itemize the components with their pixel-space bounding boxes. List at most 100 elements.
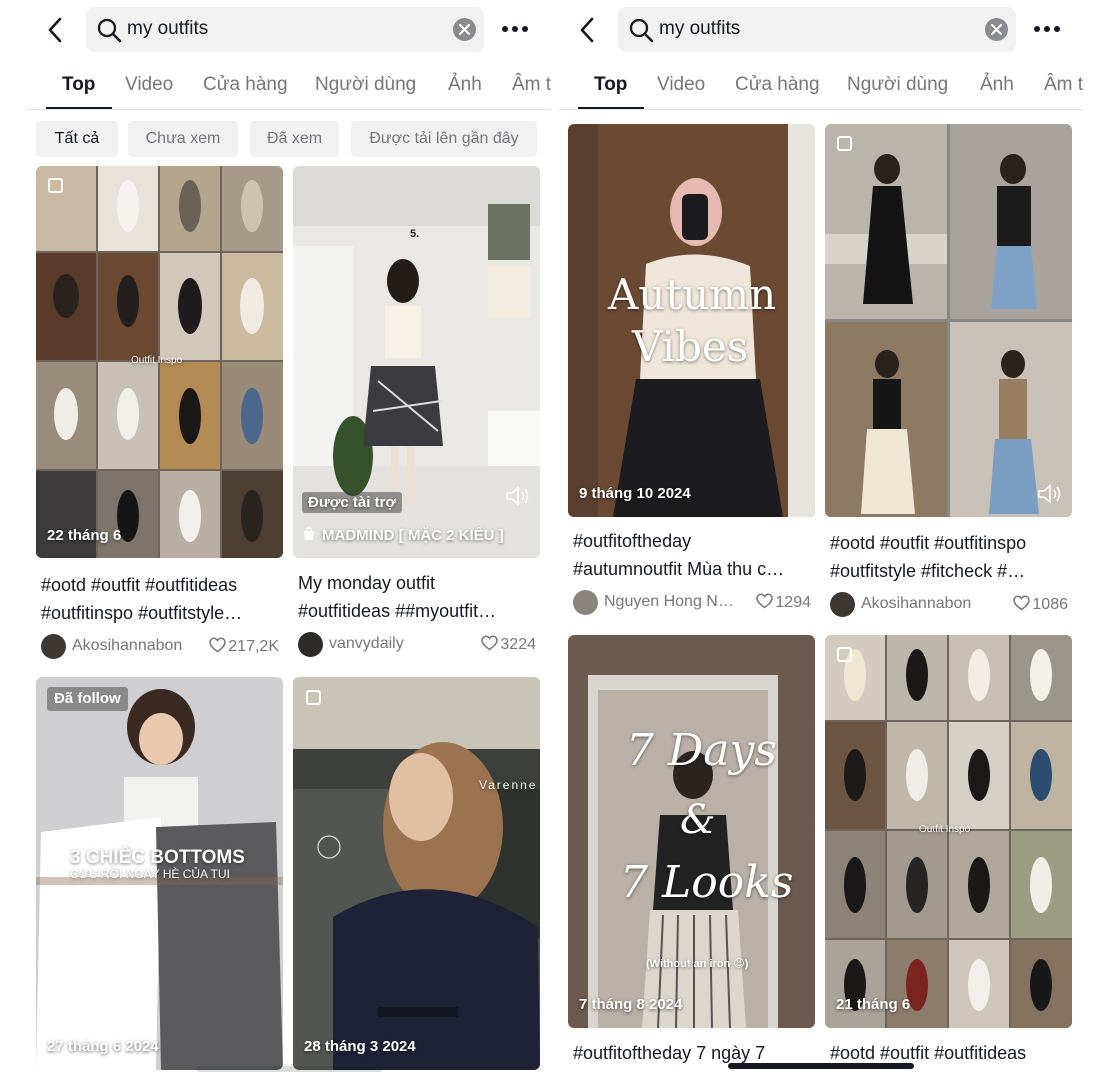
tab-video[interactable]: Video	[657, 74, 705, 96]
tab-shop[interactable]: Cửa hàng	[203, 74, 288, 96]
tab-photos[interactable]: Ảnh	[448, 74, 482, 96]
search-input[interactable]: my outfits	[618, 7, 1016, 52]
video-thumbnail: 7 Days & 7 Looks (Without an iron 😉) 7 t…	[568, 635, 815, 1028]
clear-search-button[interactable]	[985, 18, 1008, 41]
clear-search-button[interactable]	[453, 18, 476, 41]
author-name: Akosihannabon	[72, 637, 183, 654]
photo-carousel-icon	[837, 647, 852, 662]
author-row[interactable]: Nguyen Hong N… 1294	[573, 590, 813, 616]
like-count-value: 217,2K	[228, 638, 279, 655]
more-options-button[interactable]	[1032, 18, 1062, 40]
chip-watched[interactable]: Đã xem	[250, 121, 339, 157]
author-row[interactable]: Akosihannabon 217,2K	[41, 634, 281, 660]
search-results-panel-right: my outfits Top Video Cửa hàng Người dùng…	[556, 0, 1112, 1074]
chevron-left-icon	[580, 17, 594, 43]
search-icon	[629, 18, 654, 43]
post-date: 22 tháng 6	[47, 527, 122, 544]
overlay-label: Outfit Inspo	[131, 355, 183, 366]
tab-shop[interactable]: Cửa hàng	[735, 74, 820, 96]
sponsored-video-card[interactable]: 5. Được tài trợ MADMIND [ MẶC 2 KIỂU ] M…	[293, 166, 540, 666]
like-count-value: 1086	[1032, 596, 1068, 613]
photo-carousel-icon	[306, 690, 321, 705]
video-card[interactable]: #ootd #outfit #outfitinspo #outfitstyle …	[825, 124, 1072, 624]
like-count: 1086	[1013, 595, 1068, 614]
avatar	[830, 592, 855, 617]
followed-badge: Đã follow	[47, 687, 128, 711]
ad-brand-label: MADMIND [ MẶC 2 KIỂU ]	[322, 527, 504, 544]
author-name: Nguyen Hong N…	[604, 593, 734, 610]
tab-sounds[interactable]: Âm t	[512, 74, 551, 96]
caption-line: My monday outfit	[298, 573, 436, 593]
sound-icon[interactable]	[505, 485, 531, 507]
search-query-text: my outfits	[659, 18, 741, 39]
photo-carousel-icon	[48, 178, 63, 193]
video-card[interactable]: Đã follow 3 CHIẾC BOTTOMS CỨU RỖI NGÀY H…	[36, 677, 283, 1070]
chevron-left-icon	[48, 17, 62, 43]
tab-users[interactable]: Người dùng	[315, 74, 416, 96]
chip-recently-uploaded[interactable]: Được tải lên gần đây	[351, 121, 537, 157]
post-date: 21 tháng 6	[836, 996, 911, 1013]
like-count: 1294	[756, 593, 811, 612]
overlay-title: 7 Days	[626, 725, 777, 776]
video-card[interactable]: Autumn Vibes 9 tháng 10 2024 #outfitofth…	[568, 124, 815, 624]
heart-icon	[756, 593, 774, 609]
search-query-text: my outfits	[127, 18, 209, 39]
search-input[interactable]: my outfits	[86, 7, 484, 52]
tab-top[interactable]: Top	[62, 74, 95, 96]
more-dots-icon	[1034, 26, 1060, 32]
like-count-value: 3224	[500, 636, 536, 653]
video-card[interactable]: Outfit Inspo 21 tháng 6 #ootd #outfit #o…	[825, 635, 1072, 1070]
video-thumbnail: Đã follow 3 CHIẾC BOTTOMS CỨU RỖI NGÀY H…	[36, 677, 283, 1070]
tab-photos[interactable]: Ảnh	[980, 74, 1014, 96]
like-count: 217,2K	[209, 637, 279, 656]
overlay-title: 3 CHIẾC BOTTOMS	[70, 847, 245, 868]
post-date: 7 tháng 8 2024	[579, 996, 683, 1013]
overlay-label: Outfit Inspo	[919, 824, 971, 835]
tab-sounds[interactable]: Âm t	[1044, 74, 1083, 96]
video-caption: #outfitoftheday #autumnoutfit Mùa thu c…	[573, 527, 813, 583]
sponsored-badge: Được tài trợ	[302, 492, 403, 513]
video-thumbnail: Autumn Vibes 9 tháng 10 2024	[568, 124, 815, 517]
search-results-panel-left: my outfits Top Video Cửa hàng Người dùng…	[0, 0, 556, 1074]
active-tab-indicator	[46, 107, 112, 109]
search-tabs: Top Video Cửa hàng Người dùng Ảnh Âm t	[558, 66, 1083, 110]
video-card[interactable]: Outfit Inspo 22 tháng 6 #ootd #outfit #o…	[36, 166, 283, 666]
author-row[interactable]: vanvydaily 3224	[298, 632, 538, 658]
caption-line: #outfitinspo #outfitstyle…	[41, 603, 243, 623]
chip-unwatched[interactable]: Chưa xem	[128, 121, 238, 157]
author-row[interactable]: Akosihannabon 1086	[830, 592, 1070, 618]
video-card[interactable]: 7 Days & 7 Looks (Without an iron 😉) 7 t…	[568, 635, 815, 1070]
tab-top[interactable]: Top	[594, 74, 627, 96]
post-date: 9 tháng 10 2024	[579, 485, 691, 502]
back-button[interactable]	[572, 14, 604, 46]
back-button[interactable]	[40, 14, 72, 46]
caption-line: #ootd #outfit #outfitinspo	[830, 533, 1027, 553]
sound-icon[interactable]	[1037, 483, 1063, 505]
caption-line: #ootd #outfit #outfitideas	[41, 575, 238, 595]
post-date: 27 tháng 6 2024	[47, 1038, 159, 1055]
close-icon	[991, 24, 1002, 35]
tab-video[interactable]: Video	[125, 74, 173, 96]
overlay-subtitle: Vibes	[632, 322, 749, 371]
caption-line: #outfitideas ##myoutfit…	[298, 601, 497, 621]
caption-line: #outfitstyle #fitcheck #…	[830, 561, 1026, 581]
video-thumbnail: Outfit Inspo 21 tháng 6	[825, 635, 1072, 1028]
caption-line: #outfitoftheday	[573, 531, 692, 551]
video-thumbnail	[825, 124, 1072, 517]
video-thumbnail: 5. Được tài trợ MADMIND [ MẶC 2 KIỂU ]	[293, 166, 540, 558]
heart-icon	[481, 635, 499, 651]
video-card[interactable]: Varenne 28 tháng 3 2024	[293, 677, 540, 1070]
more-dots-icon	[502, 26, 528, 32]
post-date: 28 tháng 3 2024	[304, 1038, 416, 1055]
author-name: vanvydaily	[329, 635, 404, 652]
overlay-note: (Without an iron 😉)	[646, 958, 749, 970]
heart-icon	[1013, 595, 1031, 611]
tab-users[interactable]: Người dùng	[847, 74, 948, 96]
search-tabs: Top Video Cửa hàng Người dùng Ảnh Âm t	[26, 66, 551, 110]
avatar	[41, 634, 66, 659]
more-options-button[interactable]	[500, 18, 530, 40]
video-caption: My monday outfit #outfitideas ##myoutfit…	[298, 569, 538, 625]
overlay-ampersand: &	[680, 797, 716, 843]
store-sign-text: Varenne	[479, 778, 538, 792]
chip-all[interactable]: Tất cả	[36, 121, 118, 157]
